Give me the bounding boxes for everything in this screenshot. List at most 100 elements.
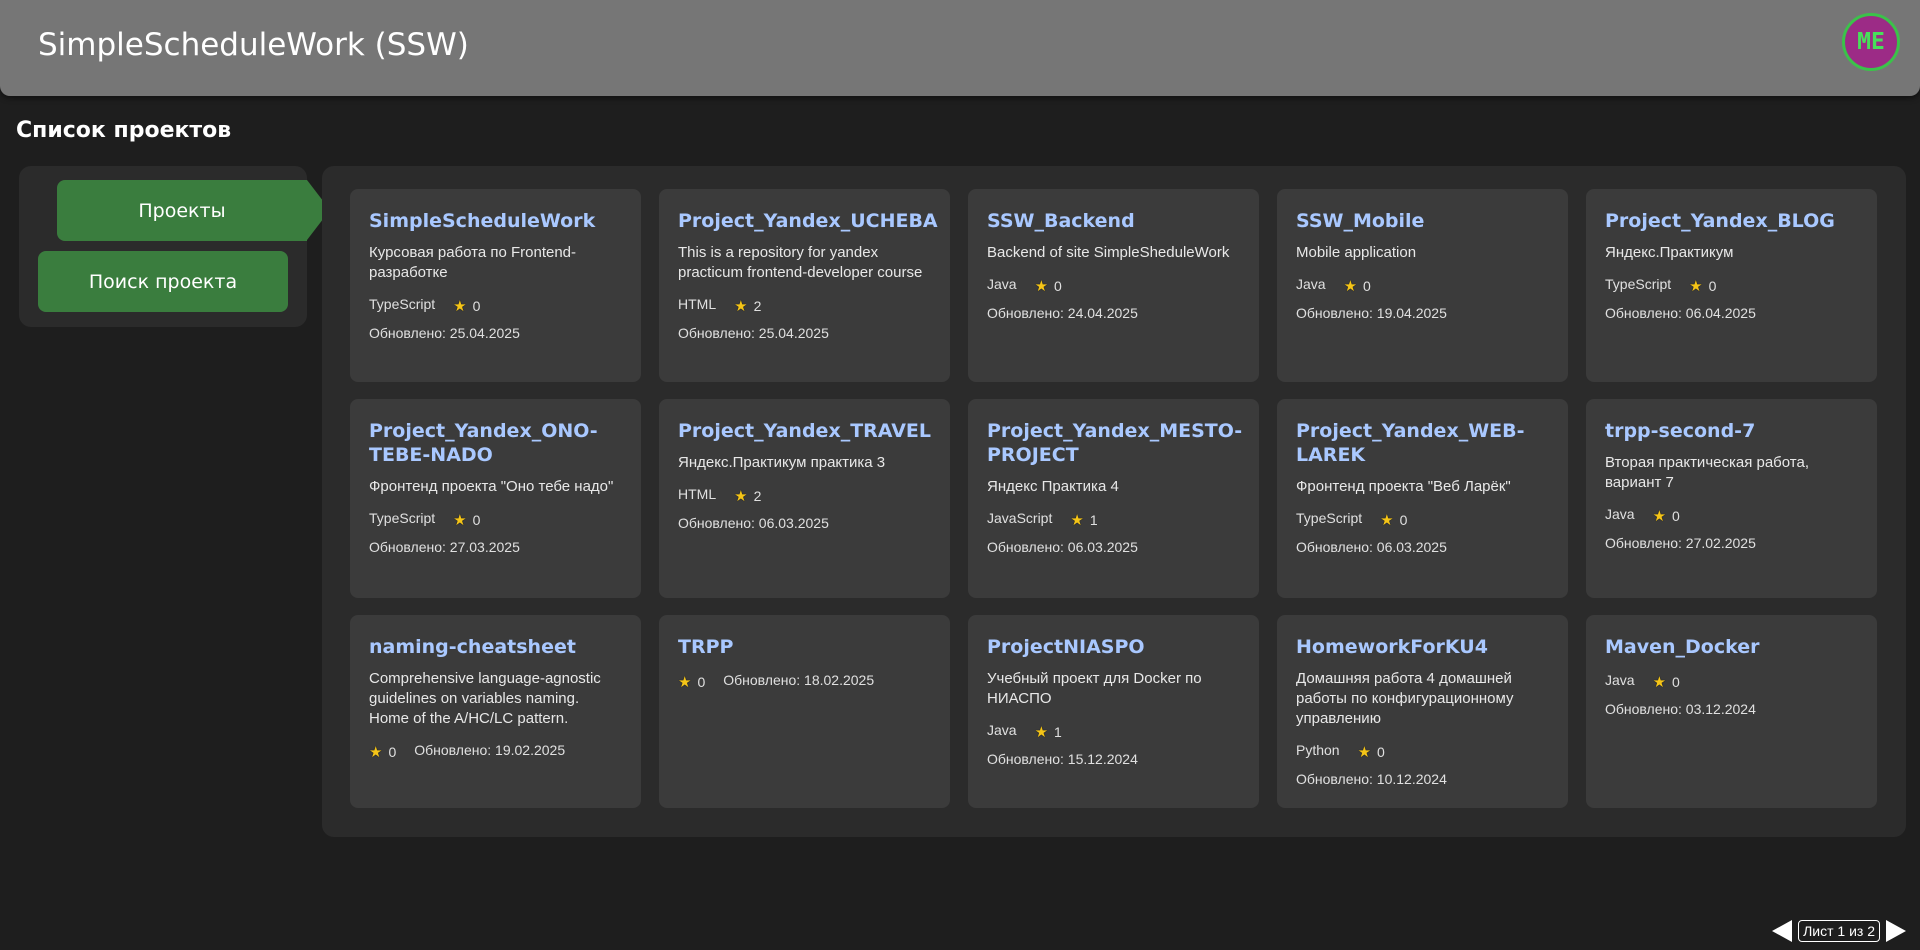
project-card[interactable]: TRPP ★ 0 Обновлено: 18.02.2025 <box>659 615 950 808</box>
nav-search-project-button[interactable]: Поиск проекта <box>38 251 288 312</box>
star-count: 1 <box>1054 724 1062 740</box>
project-meta: HTML ★ 2 <box>678 293 931 315</box>
project-card[interactable]: ProjectNIASPO Учебный проект для Docker п… <box>968 615 1259 808</box>
project-card[interactable]: Project_Yandex_TRAVEL Яндекс.Практикум пр… <box>659 399 950 598</box>
project-stars: ★ 0 <box>1035 277 1062 295</box>
project-card[interactable]: Project_Yandex_BLOG Яндекс.Практикум TypeS… <box>1586 189 1877 382</box>
project-card[interactable]: Project_Yandex_UCHEBA This is a repositor… <box>659 189 950 382</box>
project-meta: Java ★ 1 <box>987 719 1240 741</box>
project-card[interactable]: Project_Yandex_MESTO-PROJECT Яндекс Практ… <box>968 399 1259 598</box>
nav-projects-button[interactable]: Проекты <box>57 180 307 241</box>
project-title[interactable]: Project_Yandex_MESTO-PROJECT <box>987 419 1242 467</box>
project-title[interactable]: Project_Yandex_ONO-TEBE-NADO <box>369 419 622 467</box>
project-meta: ★ 0 Обновлено: 18.02.2025 <box>678 669 931 691</box>
project-language: HTML <box>678 486 717 502</box>
star-icon: ★ <box>453 512 467 529</box>
project-card[interactable]: Project_Yandex_ONO-TEBE-NADO Фронтенд про… <box>350 399 641 598</box>
project-description: Backend of site SimpleSheduleWork <box>987 244 1230 261</box>
project-language: Java <box>1605 506 1635 522</box>
project-updated: Обновлено: 06.03.2025 <box>678 515 931 531</box>
project-title[interactable]: Project_Yandex_TRAVEL <box>678 419 931 443</box>
updated-date: 25.04.2025 <box>758 325 829 341</box>
project-card[interactable]: naming-cheatsheet Comprehensive language-… <box>350 615 641 808</box>
updated-date: 03.12.2024 <box>1685 701 1756 717</box>
project-description: This is a repository for yandex practicu… <box>678 244 923 281</box>
project-card[interactable]: SimpleScheduleWork Курсовая работа по Fro… <box>350 189 641 382</box>
project-title[interactable]: naming-cheatsheet <box>369 635 622 659</box>
project-description: Фронтенд проекта "Оно тебе надо" <box>369 478 614 495</box>
project-title[interactable]: SSW_Mobile <box>1296 209 1549 233</box>
project-stars: ★ 1 <box>1070 511 1097 529</box>
app-title: SimpleScheduleWork (SSW) <box>38 27 469 63</box>
star-icon: ★ <box>678 674 692 691</box>
project-updated: Обновлено: 15.12.2024 <box>987 751 1240 767</box>
project-description: Mobile application <box>1296 244 1417 261</box>
project-title[interactable]: trpp-second-7 <box>1605 419 1858 443</box>
project-stars: ★ 0 <box>1344 277 1371 295</box>
project-meta: Java ★ 0 <box>1296 273 1549 295</box>
project-meta: JavaScript ★ 1 <box>987 507 1240 529</box>
project-description: Яндекс.Практикум <box>1605 244 1734 261</box>
project-description: Яндекс Практика 4 <box>987 478 1119 495</box>
updated-date: 27.02.2025 <box>1685 535 1756 551</box>
project-description: Вторая практическая работа, вариант 7 <box>1605 454 1809 491</box>
avatar[interactable]: ME <box>1842 13 1900 71</box>
star-count: 0 <box>472 298 481 314</box>
project-title[interactable]: Maven_Docker <box>1605 635 1858 659</box>
project-description: Яндекс.Практикум практика 3 <box>678 454 886 471</box>
project-card[interactable]: trpp-second-7 Вторая практическая работа,… <box>1586 399 1877 598</box>
project-stars: ★ 0 <box>369 743 396 761</box>
updated-label: Обновлено: <box>1605 305 1682 321</box>
project-updated: Обновлено: 19.04.2025 <box>1296 305 1549 321</box>
project-language: Java <box>987 276 1017 292</box>
updated-date: 25.04.2025 <box>449 325 520 341</box>
project-card[interactable]: HomeworkForKU4 Домашняя работа 4 домашней… <box>1277 615 1568 808</box>
updated-label: Обновлено: <box>678 515 755 531</box>
updated-date: 06.03.2025 <box>1067 539 1138 555</box>
project-title[interactable]: SimpleScheduleWork <box>369 209 622 233</box>
project-title[interactable]: Project_Yandex_UCHEBA <box>678 209 938 233</box>
project-meta: ★ 0 Обновлено: 19.02.2025 <box>369 739 622 761</box>
star-count: 0 <box>1672 508 1680 524</box>
project-updated: Обновлено: 24.04.2025 <box>987 305 1240 321</box>
project-title[interactable]: Project_Yandex_BLOG <box>1605 209 1858 233</box>
updated-date: 19.04.2025 <box>1376 305 1447 321</box>
project-title[interactable]: Project_Yandex_WEB-LAREK <box>1296 419 1549 467</box>
project-updated: Обновлено: 10.12.2024 <box>1296 771 1549 787</box>
updated-label: Обновлено: <box>1296 539 1373 555</box>
project-language: Java <box>1296 276 1326 292</box>
project-title[interactable]: TRPP <box>678 635 931 659</box>
updated-label: Обновлено: <box>1296 771 1373 787</box>
project-updated: Обновлено: 27.02.2025 <box>1605 535 1858 551</box>
updated-label: Обновлено: <box>987 539 1064 555</box>
project-stars: ★ 0 <box>1653 507 1680 525</box>
project-description: Фронтенд проекта "Веб Ларёк" <box>1296 478 1511 495</box>
project-language: TypeScript <box>1605 276 1672 292</box>
project-stars: ★ 0 <box>453 297 480 315</box>
project-meta: TypeScript ★ 0 <box>369 293 622 315</box>
project-updated: Обновлено: 06.03.2025 <box>1296 539 1549 555</box>
project-card[interactable]: Maven_Docker Java ★ 0 Обновлено: 03.12.2024 <box>1586 615 1877 808</box>
star-count: 2 <box>753 298 762 314</box>
prev-page-icon[interactable] <box>1772 920 1793 942</box>
project-card[interactable]: SSW_Mobile Mobile application Java ★ 0 Обновл… <box>1277 189 1568 382</box>
pagination: Лист 1 из 2 <box>1772 920 1906 942</box>
project-language: TypeScript <box>369 510 436 526</box>
project-card[interactable]: SSW_Backend Backend of site SimpleShedule… <box>968 189 1259 382</box>
project-title[interactable]: HomeworkForKU4 <box>1296 635 1549 659</box>
updated-label: Обновлено: <box>1605 535 1682 551</box>
project-title[interactable]: SSW_Backend <box>987 209 1240 233</box>
project-updated: Обновлено: 27.03.2025 <box>369 539 622 555</box>
project-stars: ★ 0 <box>1358 743 1385 761</box>
project-title[interactable]: ProjectNIASPO <box>987 635 1240 659</box>
project-language: Java <box>987 722 1017 738</box>
star-icon: ★ <box>1652 508 1667 525</box>
updated-label: Обновлено: <box>369 325 446 341</box>
next-page-icon[interactable] <box>1886 920 1906 942</box>
updated-label: Обновлено: <box>1605 701 1682 717</box>
updated-label: Обновлено: <box>678 325 755 341</box>
project-card[interactable]: Project_Yandex_WEB-LAREK Фронтенд проекта… <box>1277 399 1568 598</box>
project-meta: Java ★ 0 <box>987 273 1240 295</box>
updated-label: Обновлено: <box>1296 305 1373 321</box>
updated-date: 18.02.2025 <box>804 672 875 688</box>
